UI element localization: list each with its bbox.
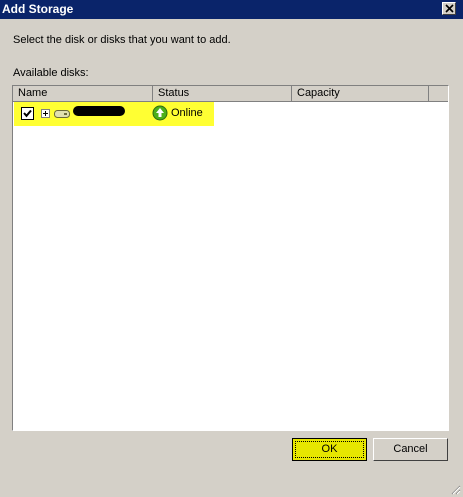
expand-button[interactable] xyxy=(41,109,50,118)
window-title: Add Storage xyxy=(2,2,74,16)
expand-plus-icon xyxy=(43,111,48,116)
disk-icon xyxy=(54,110,70,118)
ok-button[interactable]: OK xyxy=(292,438,367,461)
redacted-disk-name xyxy=(73,106,125,116)
table-row[interactable]: Online xyxy=(14,102,214,126)
column-header-capacity[interactable]: Capacity xyxy=(292,86,429,102)
status-cell: Online xyxy=(171,107,203,119)
close-icon xyxy=(445,4,454,13)
resize-grip-icon[interactable] xyxy=(449,483,461,495)
available-disks-label: Available disks: xyxy=(13,67,89,79)
disk-list[interactable]: Name Status Capacity Online xyxy=(12,85,449,431)
online-status-icon xyxy=(152,105,168,121)
column-header-status[interactable]: Status xyxy=(153,86,292,102)
close-button[interactable] xyxy=(442,2,456,15)
disk-checkbox[interactable] xyxy=(21,107,34,120)
checkmark-icon xyxy=(23,109,32,118)
cancel-button[interactable]: Cancel xyxy=(373,438,448,461)
list-header: Name Status Capacity xyxy=(13,86,448,102)
instruction-text: Select the disk or disks that you want t… xyxy=(13,34,231,46)
title-bar: Add Storage xyxy=(0,0,463,19)
column-header-filler xyxy=(429,86,448,102)
column-header-name[interactable]: Name xyxy=(13,86,153,102)
